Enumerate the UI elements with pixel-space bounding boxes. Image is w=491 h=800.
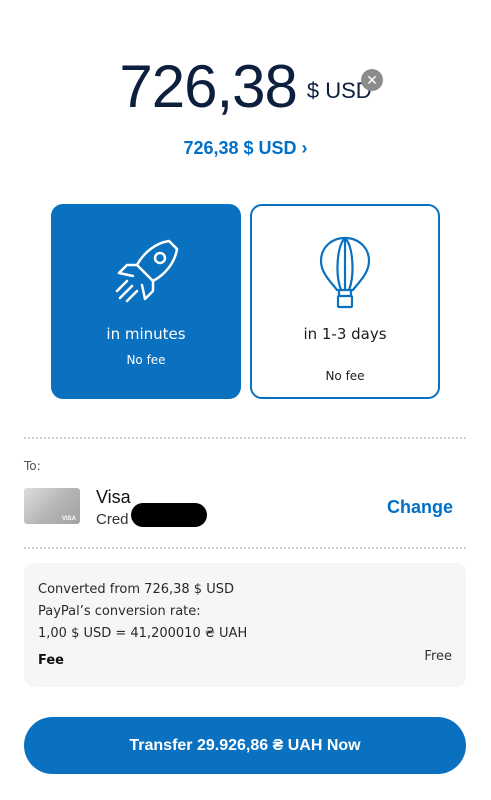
redaction-mark <box>131 503 207 527</box>
close-icon[interactable]: ✕ <box>361 69 383 91</box>
speed-option-minutes[interactable]: in minutes No fee <box>51 204 241 399</box>
divider <box>24 547 466 549</box>
change-button[interactable]: Change <box>387 497 453 518</box>
to-label: To: <box>24 459 41 473</box>
conversion-rate-value: 1,00 $ USD = 41,200010 ₴ UAH <box>38 626 248 641</box>
fee-label: Fee <box>38 653 64 668</box>
card-brand-logo: VISA <box>61 516 76 522</box>
amount-value[interactable]: 726,38 <box>119 53 298 120</box>
hot-air-balloon-icon <box>319 236 371 309</box>
divider <box>24 437 466 439</box>
speed-option-fee: No fee <box>126 353 166 367</box>
speed-option-fee: No fee <box>325 369 365 383</box>
speed-option-title: in minutes <box>106 325 186 343</box>
converted-amount-link[interactable]: 726,38 $ USD › <box>0 138 491 159</box>
speed-option-title: in 1-3 days <box>303 325 387 343</box>
transfer-button[interactable]: Transfer 29.926,86 ₴ UAH Now <box>24 717 466 774</box>
converted-from-text: Converted from 726,38 $ USD <box>38 582 234 597</box>
card-image: VISA <box>24 488 80 524</box>
card-name: Visa <box>96 487 131 507</box>
conversion-rate-label: PayPal’s conversion rate: <box>38 604 201 619</box>
card-type: Cred <box>96 511 129 528</box>
speed-option-days[interactable]: in 1-3 days No fee <box>250 204 440 399</box>
amount-display[interactable]: 726,38 $ USD <box>0 52 491 121</box>
conversion-details: Converted from 726,38 $ USD PayPal’s con… <box>24 563 466 687</box>
fee-value: Free <box>424 649 452 664</box>
rocket-icon <box>115 239 179 303</box>
